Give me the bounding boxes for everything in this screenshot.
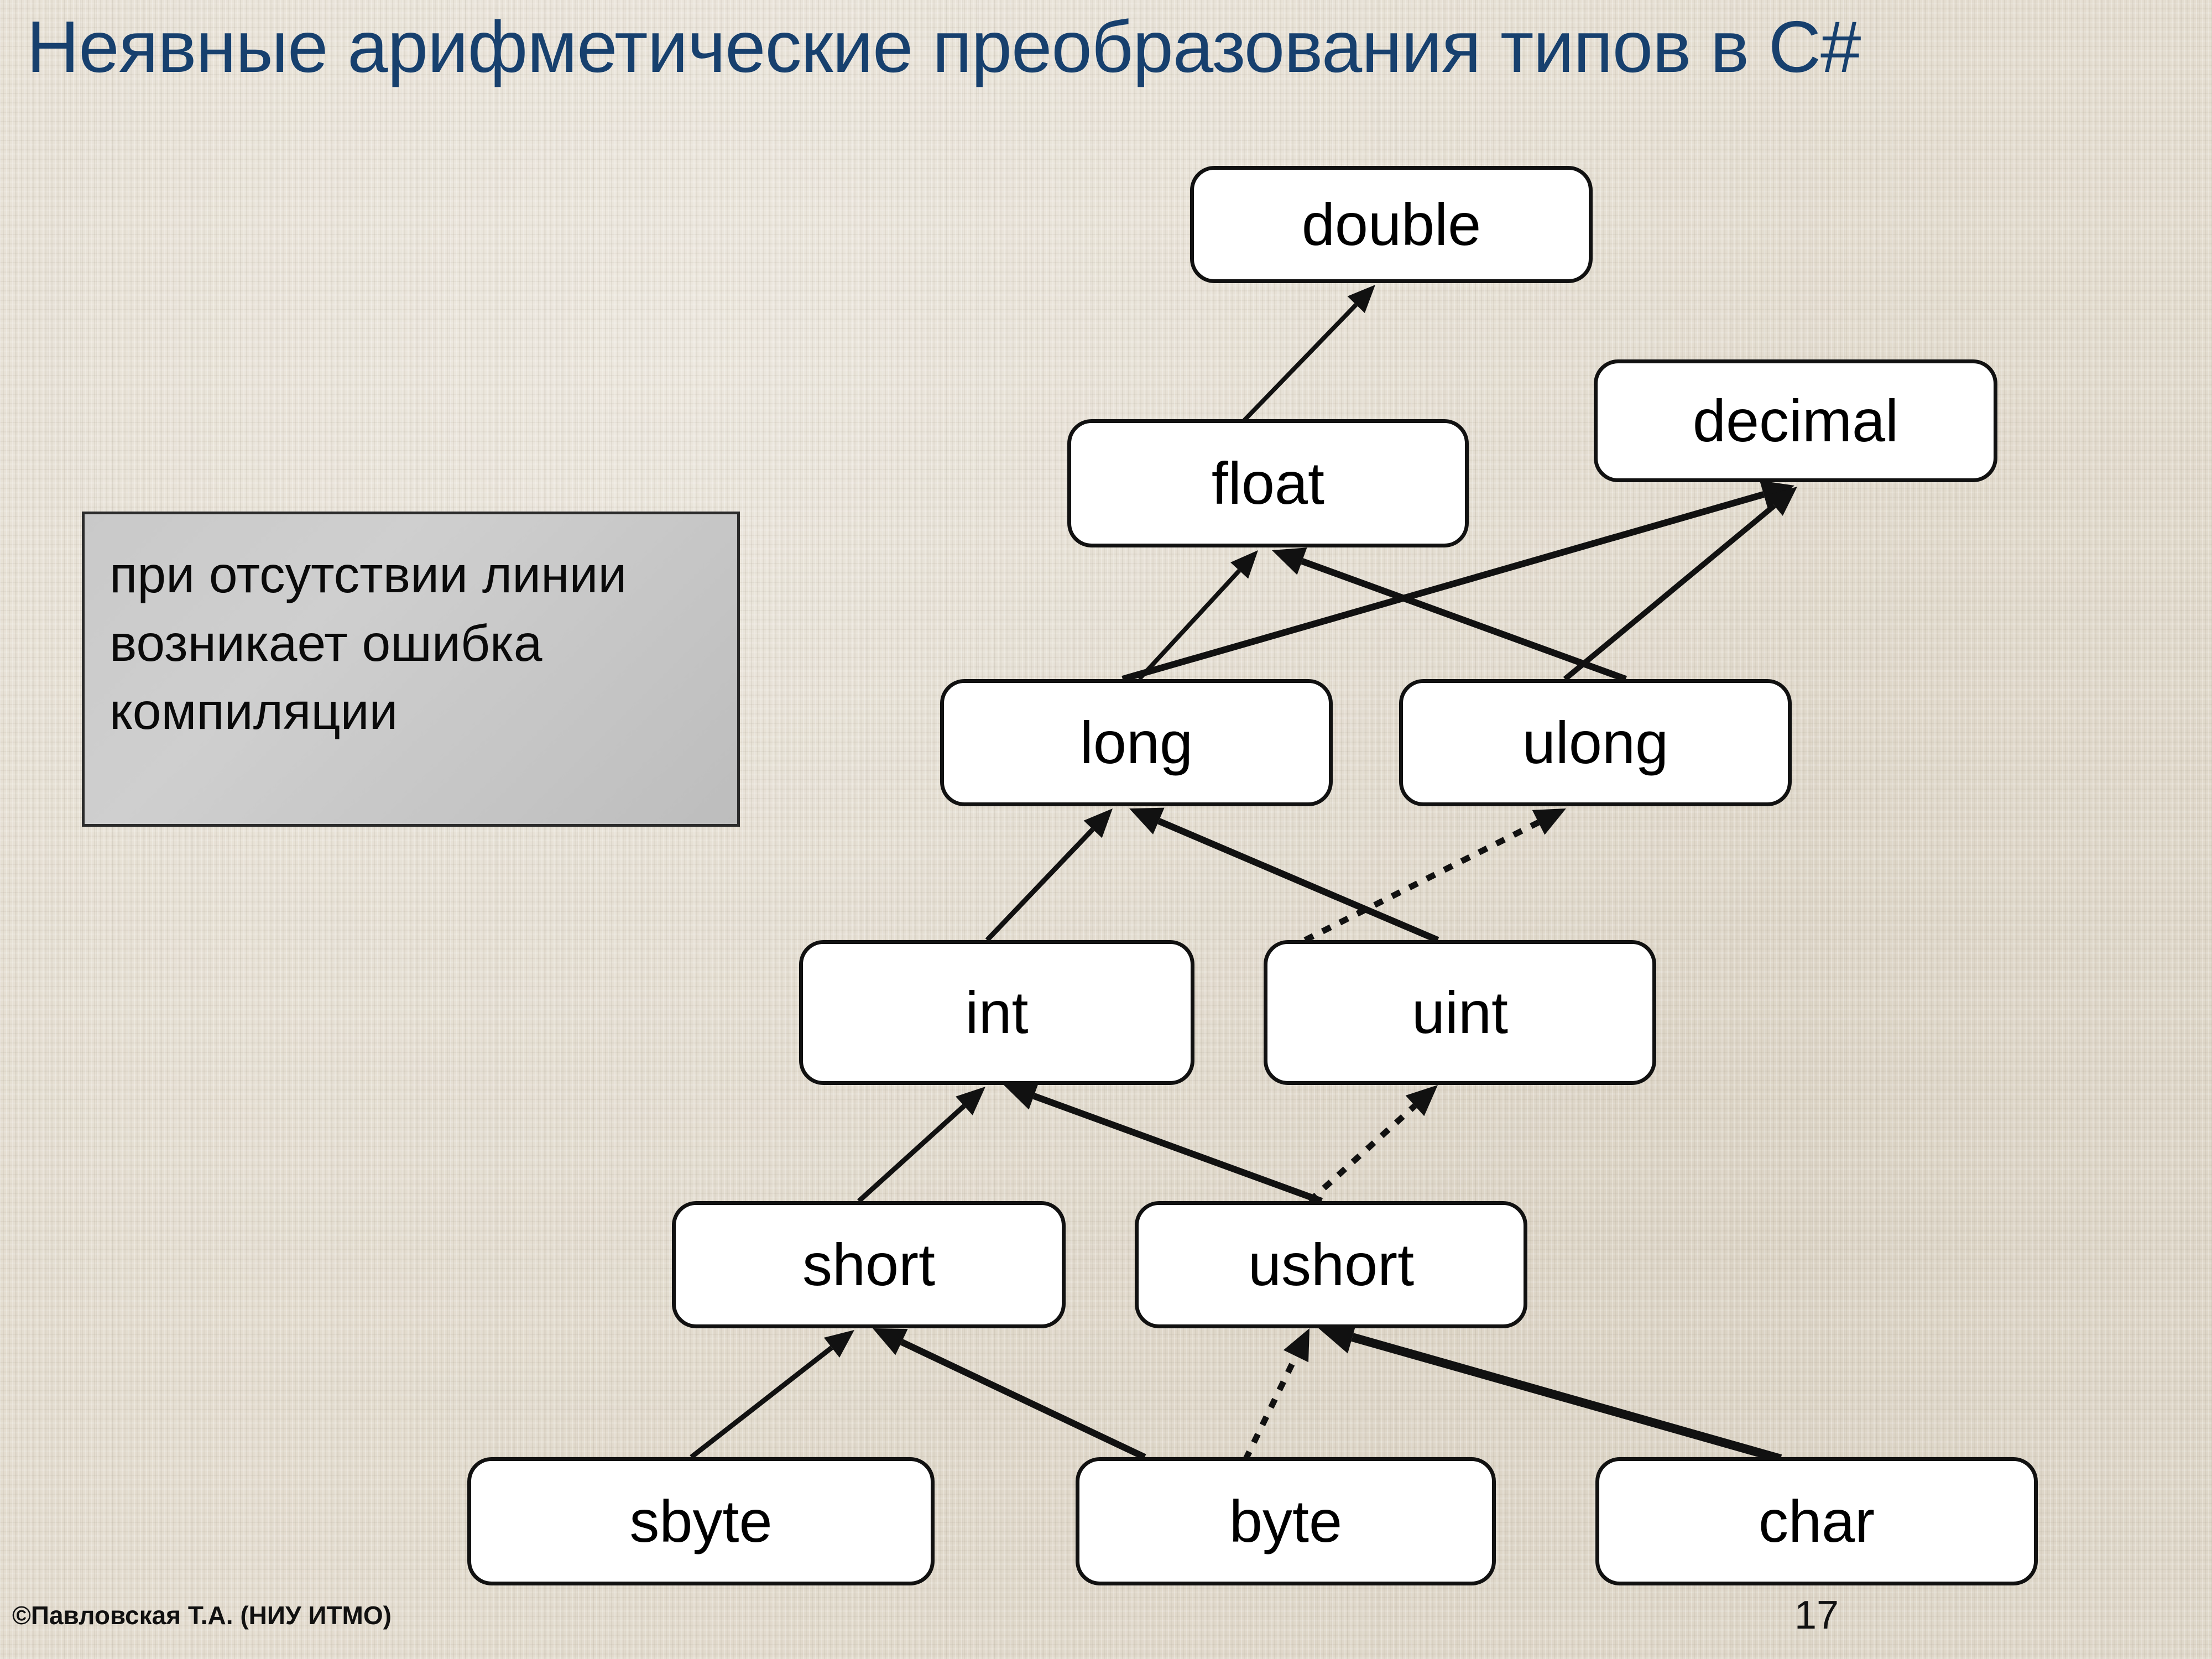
arrowhead-icon (823, 1330, 854, 1358)
type-node-label: short (802, 1231, 936, 1298)
type-node-label: uint (1411, 979, 1509, 1046)
type-node-label: ushort (1248, 1231, 1415, 1298)
type-node-label: int (965, 979, 1029, 1046)
type-node-label: sbyte (629, 1488, 773, 1554)
edge-char-to-ushort (1317, 1321, 1782, 1463)
edge-float-to-double (1243, 285, 1375, 422)
arrowhead-icon (1272, 547, 1307, 575)
edge-line (690, 1345, 833, 1459)
type-node-label: long (1079, 709, 1193, 776)
type-node-ushort: ushort (1135, 1201, 1527, 1328)
edge-line (1563, 503, 1776, 681)
edge-ulong-to-float (1272, 547, 1627, 682)
conversion-edges (690, 285, 1797, 1463)
type-node-uint: uint (1264, 940, 1656, 1085)
edge-byte-to-ushort (1243, 1328, 1310, 1462)
edge-uint-to-long (1129, 807, 1439, 943)
type-node-label: decimal (1692, 387, 1899, 454)
type-node-label: char (1758, 1488, 1875, 1554)
edge-byte-to-short (873, 1328, 1146, 1460)
edge-line (1243, 1354, 1299, 1462)
type-node-int: int (799, 940, 1194, 1085)
type-node-label: float (1211, 450, 1325, 517)
arrowhead-icon (1283, 1328, 1310, 1363)
type-node-long: long (940, 679, 1333, 806)
type-node-label: byte (1229, 1488, 1343, 1554)
edge-line (900, 1339, 1146, 1460)
edge-line (1032, 1093, 1323, 1204)
type-node-decimal: decimal (1594, 359, 1997, 482)
edge-line (857, 1104, 966, 1203)
edge-ushort-to-uint (1307, 1085, 1438, 1204)
edge-line (1303, 820, 1540, 943)
edge-line (1351, 1333, 1782, 1463)
type-node-char: char (1595, 1457, 2038, 1585)
edge-uint-to-ulong (1303, 808, 1566, 943)
edge-line (1157, 818, 1439, 943)
edge-int-to-long (985, 808, 1113, 942)
type-node-ulong: ulong (1399, 679, 1792, 806)
edge-short-to-int (857, 1087, 985, 1203)
type-node-sbyte: sbyte (467, 1457, 935, 1585)
type-node-label: ulong (1522, 709, 1669, 776)
type-node-float: float (1067, 419, 1469, 547)
type-node-short: short (672, 1201, 1066, 1328)
type-node-label: double (1301, 191, 1481, 258)
edge-ushort-to-int (1004, 1082, 1323, 1204)
edge-line (985, 827, 1095, 942)
edge-line (1243, 303, 1358, 422)
edge-line (1307, 1103, 1417, 1204)
arrowhead-icon (1004, 1082, 1039, 1110)
edge-sbyte-to-short (690, 1330, 854, 1459)
arrowhead-icon (1405, 1085, 1438, 1117)
type-node-byte: byte (1076, 1457, 1496, 1585)
type-node-double: double (1190, 166, 1593, 283)
